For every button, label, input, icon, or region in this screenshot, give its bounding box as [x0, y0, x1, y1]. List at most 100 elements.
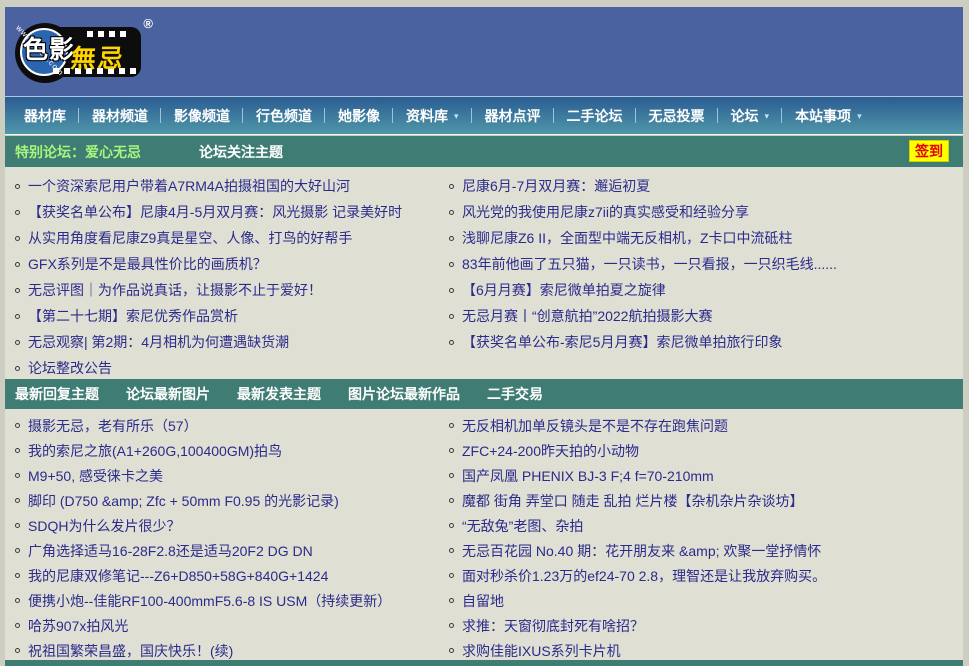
- topic-link[interactable]: 摄影无忌，老有所乐（57）: [28, 416, 198, 436]
- topic-link[interactable]: 无忌观察| 第2期：4月相机为何遭遇缺货潮: [28, 332, 289, 352]
- bullet-icon: [449, 498, 454, 503]
- topic-link[interactable]: 求推：天窗彻底封死有啥招？: [462, 616, 644, 636]
- special-forum-bar: 特别论坛：爱心无忌 论坛关注主题 签到: [5, 136, 963, 167]
- hot-topics-left-column: 一个资深索尼用户带着A7RM4A拍摄祖国的大好山河 【获奖名单公布】尼康4月-5…: [13, 173, 447, 379]
- bullet-icon: [449, 288, 454, 293]
- nav-item-gear-review[interactable]: 器材点评: [472, 97, 554, 134]
- nav-item-label: 影像频道: [174, 106, 230, 126]
- bullet-icon: [15, 523, 20, 528]
- tab-latest-gallery-works[interactable]: 图片论坛最新作品: [348, 384, 460, 404]
- tab-secondhand-trade[interactable]: 二手交易: [487, 384, 543, 404]
- topic-link[interactable]: 祝祖国繁荣昌盛，国庆快乐！(续): [28, 641, 233, 661]
- filmstrip-perforations-top: [87, 31, 126, 37]
- bullet-icon: [449, 548, 454, 553]
- topic-link[interactable]: 风光党的我使用尼康z7ii的真实感受和经验分享: [462, 202, 749, 222]
- nav-item-polls[interactable]: 无忌投票: [636, 97, 718, 134]
- topic-link[interactable]: 我的尼康双修笔记---Z6+D850+58G+840G+1424: [28, 566, 328, 586]
- tab-latest-replies[interactable]: 最新回复主题: [15, 384, 99, 404]
- nav-item-forum[interactable]: 论坛▾: [718, 97, 783, 134]
- bullet-icon: [449, 448, 454, 453]
- topic-link[interactable]: 无反相机加单反镜头是不是不存在跑焦问题: [462, 416, 728, 436]
- bullet-icon: [449, 262, 454, 267]
- nav-item-travel-channel[interactable]: 行色频道: [243, 97, 325, 134]
- topic-link[interactable]: 83年前他画了五只猫，一只读书，一只看报，一只织毛线......: [462, 254, 837, 274]
- nav-item-label: 无忌投票: [649, 106, 705, 126]
- topic-link[interactable]: 尼康6月-7月双月赛：邂逅初夏: [462, 176, 650, 196]
- topic-link[interactable]: 无忌评图｜为作品说真话，让摄影不止于爱好！: [28, 280, 322, 300]
- nav-item-label: 论坛: [731, 106, 759, 126]
- bullet-icon: [15, 573, 20, 578]
- nav-item-her-image[interactable]: 她影像: [325, 97, 393, 134]
- topic-link[interactable]: 一个资深索尼用户带着A7RM4A拍摄祖国的大好山河: [28, 176, 350, 196]
- topic-link[interactable]: 自留地: [462, 591, 504, 611]
- nav-item-gear-library[interactable]: 器材库: [11, 97, 79, 134]
- topic-row: 祝祖国繁荣昌盛，国庆快乐！(续): [13, 638, 447, 663]
- topic-link[interactable]: 无忌月赛丨“创意航拍”2022航拍摄影大赛: [462, 306, 712, 326]
- topic-link[interactable]: 论坛整改公告: [28, 358, 112, 378]
- topic-row: ZFC+24-200昨天拍的小动物: [447, 438, 963, 463]
- nav-item-label: 她影像: [338, 106, 380, 126]
- logo-text-seying: 色影: [23, 30, 75, 66]
- topic-link[interactable]: 面对秒杀价1.23万的ef24-70 2.8，理智还是让我放弃购买。: [462, 566, 826, 586]
- latest-topics-right-column: 无反相机加单反镜头是不是不存在跑焦问题 ZFC+24-200昨天拍的小动物 国产…: [447, 413, 963, 660]
- nav-item-site-matters[interactable]: 本站事项▾: [782, 97, 875, 134]
- topic-row: 无忌月赛丨“创意航拍”2022航拍摄影大赛: [447, 303, 963, 329]
- bullet-icon: [449, 598, 454, 603]
- topic-link[interactable]: 【获奖名单公布-索尼5月月赛】索尼微单拍旅行印象: [462, 332, 782, 352]
- nav-item-gear-channel[interactable]: 器材频道: [79, 97, 161, 134]
- topic-row: “无敌兔”老图、杂拍: [447, 513, 963, 538]
- topic-link[interactable]: 广角选择适马16-28F2.8还是适马20F2 DG DN: [28, 541, 313, 561]
- topic-link[interactable]: 国产凤凰 PHENIX BJ-3 F;4 f=70-210mm: [462, 466, 714, 486]
- topic-link[interactable]: 求购佳能IXUS系列卡片机: [462, 641, 621, 661]
- bullet-icon: [15, 314, 20, 319]
- topic-row: 魔都 街角 弄堂口 随走 乱拍 烂片楼【杂机杂片杂谈坊】: [447, 488, 963, 513]
- forum-focus-topics-link[interactable]: 论坛关注主题: [199, 142, 283, 162]
- nav-item-secondhand-forum[interactable]: 二手论坛: [554, 97, 636, 134]
- bullet-icon: [15, 262, 20, 267]
- nav-item-label: 器材库: [24, 106, 66, 126]
- sign-in-button[interactable]: 签到: [909, 140, 949, 162]
- topic-row: 国产凤凰 PHENIX BJ-3 F;4 f=70-210mm: [447, 463, 963, 488]
- topic-link[interactable]: 魔都 街角 弄堂口 随走 乱拍 烂片楼【杂机杂片杂谈坊】: [462, 491, 803, 511]
- topic-link[interactable]: 从实用角度看尼康Z9真是星空、人像、打鸟的好帮手: [28, 228, 352, 248]
- topic-link[interactable]: SDQH为什么发片很少？: [28, 516, 180, 536]
- site-logo[interactable]: www.xitek.com 色影 無忌 ®: [15, 18, 153, 86]
- bullet-icon: [15, 598, 20, 603]
- topic-link[interactable]: GFX系列是不是最具性价比的画质机？: [28, 254, 267, 274]
- bullet-icon: [449, 340, 454, 345]
- topic-row: 【获奖名单公布】尼康4月-5月双月赛：风光摄影 记录美好时: [13, 199, 447, 225]
- topic-link[interactable]: ZFC+24-200昨天拍的小动物: [462, 441, 639, 461]
- topic-row: 求推：天窗彻底封死有啥招？: [447, 613, 963, 638]
- topic-link[interactable]: M9+50, 感受徕卡之美: [28, 466, 163, 486]
- bullet-icon: [449, 314, 454, 319]
- topic-link[interactable]: 浅聊尼康Z6 II，全面型中端无反相机，Z卡口中流砥柱: [462, 228, 793, 248]
- topic-link[interactable]: 脚印 (D750 &amp; Zfc + 50mm F0.95 的光影记录): [28, 491, 339, 511]
- latest-topics-section: 摄影无忌，老有所乐（57） 我的索尼之旅(A1+260G,100400GM)拍鸟…: [5, 409, 963, 660]
- topic-link[interactable]: 哈苏907x拍风光: [28, 616, 128, 636]
- topic-link[interactable]: 便携小炮--佳能RF100-400mmF5.6-8 IS USM（持续更新）: [28, 591, 391, 611]
- bullet-icon: [15, 623, 20, 628]
- topic-link[interactable]: 【6月月赛】索尼微单拍夏之旋律: [462, 280, 666, 300]
- topic-link[interactable]: 我的索尼之旅(A1+260G,100400GM)拍鸟: [28, 441, 282, 461]
- bullet-icon: [15, 366, 20, 371]
- tab-latest-forum-images[interactable]: 论坛最新图片: [126, 384, 210, 404]
- bullet-icon: [449, 473, 454, 478]
- special-forum-link[interactable]: 特别论坛：爱心无忌: [15, 142, 141, 162]
- tab-latest-posts[interactable]: 最新发表主题: [237, 384, 321, 404]
- site-header: www.xitek.com 色影 無忌 ®: [5, 7, 963, 96]
- bullet-icon: [15, 548, 20, 553]
- latest-topics-left-column: 摄影无忌，老有所乐（57） 我的索尼之旅(A1+260G,100400GM)拍鸟…: [13, 413, 447, 660]
- topic-link[interactable]: “无敌兔”老图、杂拍: [462, 516, 583, 536]
- nav-item-image-channel[interactable]: 影像频道: [161, 97, 243, 134]
- nav-item-data-library[interactable]: 资料库▾: [393, 97, 472, 134]
- topic-row: 尼康6月-7月双月赛：邂逅初夏: [447, 173, 963, 199]
- topic-link[interactable]: 【第二十七期】索尼优秀作品赏析: [28, 306, 238, 326]
- bullet-icon: [449, 184, 454, 189]
- nav-item-label: 行色频道: [256, 106, 312, 126]
- topic-row: 浅聊尼康Z6 II，全面型中端无反相机，Z卡口中流砥柱: [447, 225, 963, 251]
- topic-link[interactable]: 【获奖名单公布】尼康4月-5月双月赛：风光摄影 记录美好时: [28, 202, 402, 222]
- bullet-icon: [449, 573, 454, 578]
- topic-row: 83年前他画了五只猫，一只读书，一只看报，一只织毛线......: [447, 251, 963, 277]
- topic-link[interactable]: 无忌百花园 No.40 期：花开朋友来 &amp; 欢聚一堂抒情怀: [462, 541, 821, 561]
- topic-row: GFX系列是不是最具性价比的画质机？: [13, 251, 447, 277]
